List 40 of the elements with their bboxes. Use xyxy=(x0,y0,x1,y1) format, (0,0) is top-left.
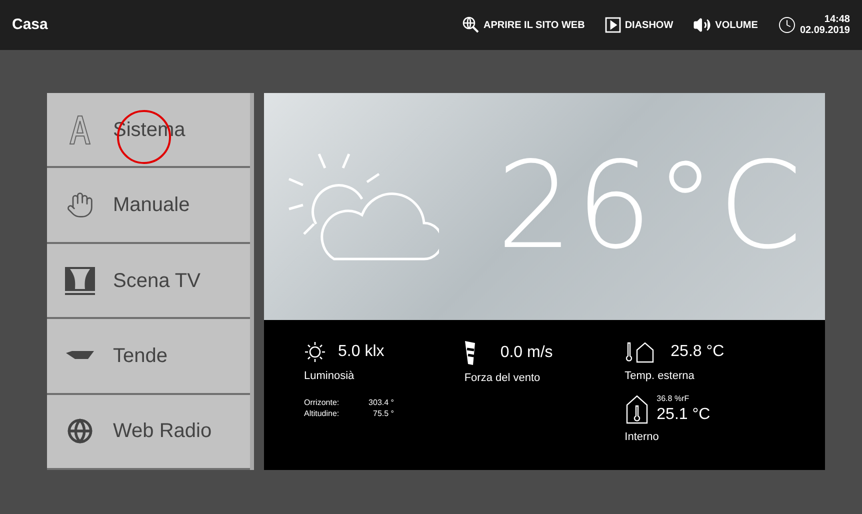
sun-position-label: Altitudine: xyxy=(304,408,340,418)
house-thermometer-icon xyxy=(624,394,649,424)
menu-item[interactable]: Scena TV xyxy=(47,244,250,320)
globe-search-icon xyxy=(462,16,480,34)
outside-label: Temp. esterna xyxy=(624,369,696,384)
awning-icon xyxy=(65,350,95,362)
outside-temperature: 25.8 °C xyxy=(670,342,724,362)
clock-time: 14:48 xyxy=(824,14,850,25)
clock-date: 02.09.2019 xyxy=(800,25,850,36)
wind-label: Forza del vento xyxy=(464,371,542,386)
menu-label: Tende xyxy=(113,344,168,369)
page-title: Casa xyxy=(12,14,48,35)
luminosity-value: 5.0 klx xyxy=(338,342,384,362)
volume-icon xyxy=(693,16,712,34)
humidity-value: 36.8 %rF xyxy=(656,392,690,404)
menu-item[interactable]: Manuale xyxy=(47,168,250,244)
luminosity-label: Luminosià xyxy=(304,369,356,384)
menu-item[interactable]: Web Radio xyxy=(47,394,250,470)
letter-a-icon xyxy=(69,114,91,145)
toolbar-button[interactable]: DIASHOW xyxy=(604,17,674,33)
wind-value: 0.0 m/s xyxy=(500,343,553,363)
clock-icon xyxy=(778,16,796,34)
sun-icon xyxy=(304,341,326,363)
globe-icon xyxy=(67,418,93,444)
sun-position-label: Orrizonte: xyxy=(304,396,340,408)
menu-label: Manuale xyxy=(113,193,190,218)
toolbar-button[interactable]: APRIRE IL SITO WEB xyxy=(462,16,585,34)
sun-position-value: 303.4 ° xyxy=(368,396,394,408)
inside-label: Interno xyxy=(624,430,660,444)
temperature-reading: 26°C xyxy=(496,146,805,266)
play-icon xyxy=(604,17,621,33)
sun-position-value: 75.5 ° xyxy=(372,408,394,418)
menu-label: Scena TV xyxy=(113,268,200,294)
menu-item[interactable]: Tende xyxy=(47,319,250,395)
hand-icon xyxy=(66,191,94,220)
windsock-icon xyxy=(464,340,476,366)
menu-label: Web Radio xyxy=(113,419,212,444)
curtain-icon xyxy=(64,266,96,296)
inside-temperature: 25.1 °C xyxy=(656,404,710,424)
toolbar-button[interactable]: VOLUME xyxy=(693,16,758,34)
